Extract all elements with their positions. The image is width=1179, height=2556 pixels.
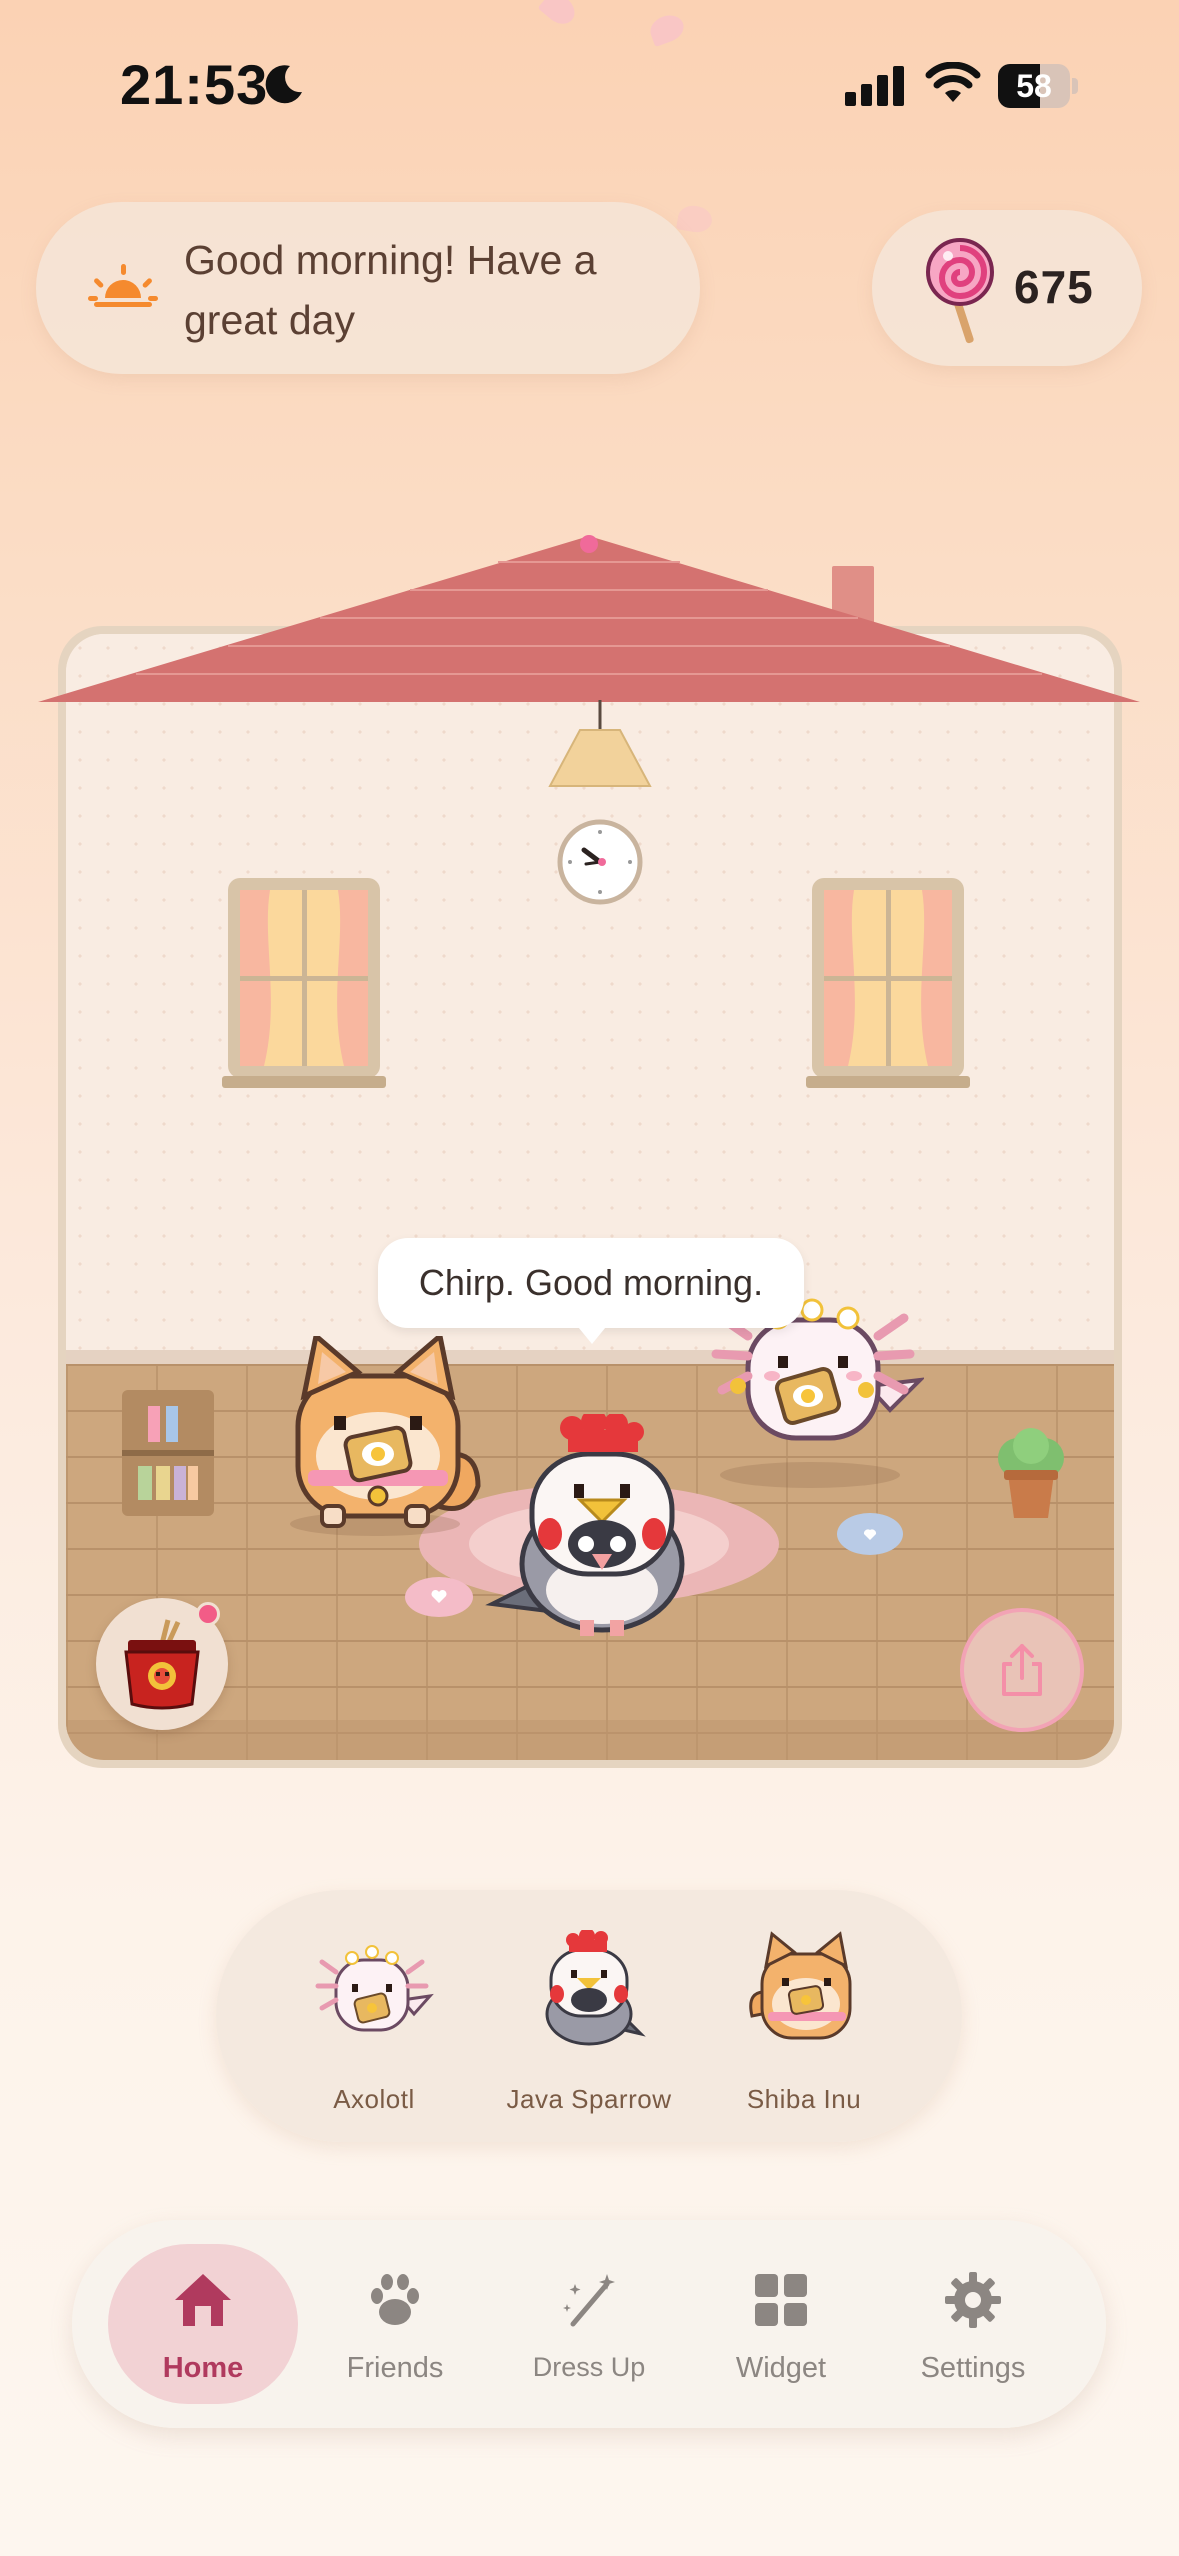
tab-dress-up[interactable]: Dress Up [494,2244,684,2404]
axolotl-icon [315,1945,434,2032]
tab-label: Settings [920,2352,1026,2384]
speech-bubble: Chirp. Good morning. [378,1238,804,1328]
java-sparrow-pet[interactable] [482,1414,700,1640]
cushion [837,1513,903,1555]
roof [38,535,1140,702]
tab-friends[interactable]: Friends [300,2244,490,2404]
battery-level: 58 [1016,68,1052,104]
window [806,878,970,1088]
pet-name: Java Sparrow [506,2084,672,2114]
tab-label: Friends [346,2352,444,2384]
gear-icon [945,2272,1001,2328]
java-sparrow-icon [545,1930,646,2046]
tab-label: Home [162,2352,244,2384]
tab-label: Widget [735,2352,827,2384]
feed-button[interactable] [96,1598,228,1730]
candy-balance[interactable]: 675 [872,210,1142,366]
pet-selector-shiba-inu[interactable]: Shiba Inu [704,1890,904,2142]
potted-plant [998,1428,1064,1518]
sunrise-icon [88,264,158,307]
tab-bar: Home Friends Dress Up Widget Settings [72,2220,1106,2428]
pet-shadow [720,1462,900,1488]
share-button[interactable] [960,1608,1084,1732]
status-time: 21:53 [120,53,269,116]
signal-icon [845,66,904,106]
tab-widget[interactable]: Widget [686,2244,876,2404]
window [222,878,386,1088]
shiba-inu-pet[interactable] [268,1336,494,1532]
petal-decoration [537,0,581,30]
cushion [405,1577,473,1617]
shiba-inu-icon [749,1931,852,2040]
pet-selector-java-sparrow[interactable]: Java Sparrow [489,1890,689,2142]
candy-count: 675 [1014,261,1094,313]
pet-name: Shiba Inu [746,2084,862,2114]
pet-selector-axolotl[interactable]: Axolotl [274,1890,474,2142]
share-icon [1002,1644,1042,1696]
ceiling-lamp [548,700,652,787]
pet-selector: Axolotl Java Sparrow Shiba Inu [216,1890,962,2142]
petal-decoration [646,10,688,48]
paw-icon [371,2274,419,2325]
home-icon [175,2274,231,2326]
greeting-text: Good morning! Have a great day [184,237,597,343]
notification-dot [196,1602,220,1626]
moon-icon [265,65,302,104]
greeting-banner: Good morning! Have a great day [36,202,700,374]
magic-wand-icon [563,2274,615,2327]
lollipop-icon [926,238,994,344]
tab-home[interactable]: Home [108,2244,298,2404]
tab-label: Dress Up [532,2352,646,2382]
speech-bubble-tail [574,1322,610,1344]
battery-icon: 58 [998,64,1078,108]
wall-clock [557,819,643,905]
tab-settings[interactable]: Settings [878,2244,1068,2404]
widget-grid-icon [755,2274,807,2326]
pet-name: Axolotl [333,2084,415,2114]
ramen-icon [124,1619,200,1710]
wifi-icon [925,62,981,102]
bookshelf [122,1390,214,1516]
